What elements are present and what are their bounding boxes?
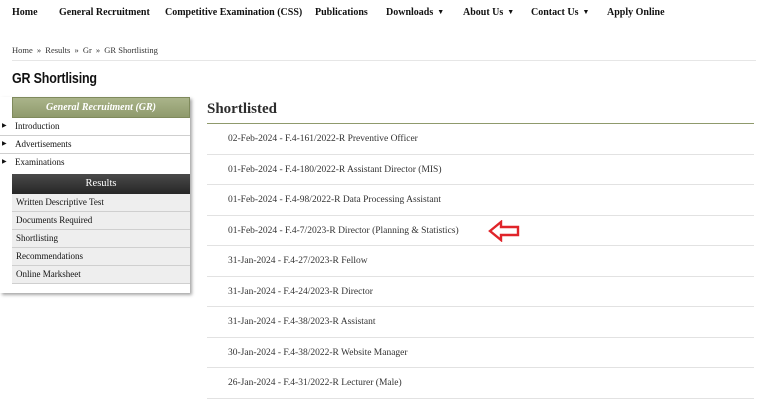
- list-item: 02-Feb-2024 - F.4-161/2022-R Preventive …: [207, 124, 754, 155]
- sidebar-item-label: Introduction: [15, 121, 60, 131]
- nav-publications-label: Publications: [315, 7, 368, 18]
- nav-competitive-examination-label: Competitive Examination (CSS): [165, 7, 303, 18]
- nav-publications[interactable]: Publications: [315, 7, 368, 18]
- nav-apply-online-label: Apply Online: [607, 7, 665, 18]
- nav-apply-online[interactable]: Apply Online: [607, 7, 665, 18]
- breadcrumb-gr[interactable]: Gr: [83, 45, 92, 55]
- sidebar-item-label: Advertisements: [15, 139, 72, 149]
- list-item: 31-Jan-2024 - F.4-24/2023-R Director: [207, 277, 754, 307]
- nav-about-us-label: About Us: [463, 7, 504, 18]
- nav-about-us[interactable]: About Us ▼: [463, 7, 514, 18]
- nav-downloads[interactable]: Downloads ▼: [386, 7, 444, 18]
- breadcrumb-separator: »: [95, 45, 101, 55]
- sidebar-menu: ▶ Introduction ▶ Advertisements ▶ Examin…: [0, 118, 190, 172]
- breadcrumb-home[interactable]: Home: [12, 45, 33, 55]
- sidebar-item-online-marksheet[interactable]: Online Marksheet: [12, 266, 190, 284]
- nav-home[interactable]: Home: [12, 7, 38, 18]
- left-arrow-outline-icon: [488, 220, 520, 242]
- list-item: 31-Jan-2024 - F.4-38/2023-R Assistant: [207, 307, 754, 338]
- breadcrumb-separator: »: [74, 45, 79, 55]
- sidebar-results-header: Results: [12, 174, 190, 194]
- chevron-down-icon: ▼: [507, 8, 515, 16]
- page-title: GR Shortlising: [12, 71, 97, 87]
- list-item: 01-Feb-2024 - F.4-98/2022-R Data Process…: [207, 185, 754, 216]
- triangle-right-icon: ▶: [2, 159, 7, 165]
- shortlist-link[interactable]: 31-Jan-2024 - F.4-24/2023-R Director: [228, 287, 373, 297]
- nav-competitive-examination[interactable]: Competitive Examination (CSS): [165, 7, 302, 18]
- list-item: 30-Jan-2024 - F.4-38/2022-R Website Mana…: [207, 338, 754, 368]
- sidebar-item-advertisements[interactable]: ▶ Advertisements: [0, 136, 190, 154]
- breadcrumb-separator: »: [36, 45, 42, 55]
- sidebar-item-recommendations[interactable]: Recommendations: [12, 248, 190, 266]
- list-item: 01-Feb-2024 - F.4-7/2023-R Director (Pla…: [207, 216, 754, 246]
- chevron-down-icon: ▼: [437, 8, 445, 16]
- sidebar-header: General Recruitment (GR): [12, 97, 190, 118]
- chevron-down-icon: ▼: [582, 8, 590, 16]
- nav-general-recruitment-label: General Recruitment: [59, 7, 150, 18]
- nav-contact-us[interactable]: Contact Us ▼: [531, 7, 589, 18]
- nav-general-recruitment[interactable]: General Recruitment: [59, 7, 150, 18]
- divider: [12, 60, 756, 61]
- sidebar-item-examinations[interactable]: ▶ Examinations: [0, 154, 190, 172]
- sidebar-results-menu: Written Descriptive Test Documents Requi…: [12, 194, 190, 284]
- shortlist-link[interactable]: 02-Feb-2024 - F.4-161/2022-R Preventive …: [228, 134, 418, 144]
- shortlist-link[interactable]: 01-Feb-2024 - F.4-98/2022-R Data Process…: [228, 195, 441, 205]
- sidebar-item-shortlisting[interactable]: Shortlisting: [12, 230, 190, 248]
- breadcrumb: Home » Results » Gr » GR Shortlisting: [12, 45, 158, 55]
- triangle-right-icon: ▶: [2, 123, 7, 129]
- shortlist-link[interactable]: 01-Feb-2024 - F.4-7/2023-R Director (Pla…: [228, 226, 459, 236]
- list-item: 01-Feb-2024 - F.4-180/2022-R Assistant D…: [207, 155, 754, 185]
- list-item: 31-Jan-2024 - F.4-27/2023-R Fellow: [207, 246, 754, 277]
- nav-contact-us-label: Contact Us: [531, 7, 579, 18]
- shortlist-link[interactable]: 26-Jan-2024 - F.4-31/2022-R Lecturer (Ma…: [228, 378, 402, 388]
- shortlist-link[interactable]: 01-Feb-2024 - F.4-180/2022-R Assistant D…: [228, 165, 442, 175]
- shortlist-link[interactable]: 31-Jan-2024 - F.4-38/2023-R Assistant: [228, 317, 376, 327]
- top-navigation: Home General Recruitment Competitive Exa…: [0, 0, 768, 28]
- sidebar-item-introduction[interactable]: ▶ Introduction: [0, 118, 190, 136]
- shortlist-link[interactable]: 31-Jan-2024 - F.4-27/2023-R Fellow: [228, 256, 368, 266]
- sidebar-item-written-descriptive-test[interactable]: Written Descriptive Test: [12, 194, 190, 212]
- sidebar-item-documents-required[interactable]: Documents Required: [12, 212, 190, 230]
- breadcrumb-current: GR Shortlisting: [104, 45, 158, 55]
- sidebar: General Recruitment (GR) ▶ Introduction …: [0, 97, 190, 293]
- shortlisted-list: 02-Feb-2024 - F.4-161/2022-R Preventive …: [207, 124, 754, 399]
- list-item: 26-Jan-2024 - F.4-31/2022-R Lecturer (Ma…: [207, 368, 754, 399]
- nav-downloads-label: Downloads: [386, 7, 434, 18]
- breadcrumb-results[interactable]: Results: [45, 45, 70, 55]
- triangle-right-icon: ▶: [2, 141, 7, 147]
- sidebar-item-label: Examinations: [15, 157, 65, 167]
- nav-home-label: Home: [12, 7, 38, 18]
- shortlist-link[interactable]: 30-Jan-2024 - F.4-38/2022-R Website Mana…: [228, 348, 408, 358]
- section-heading: Shortlisted: [207, 101, 278, 117]
